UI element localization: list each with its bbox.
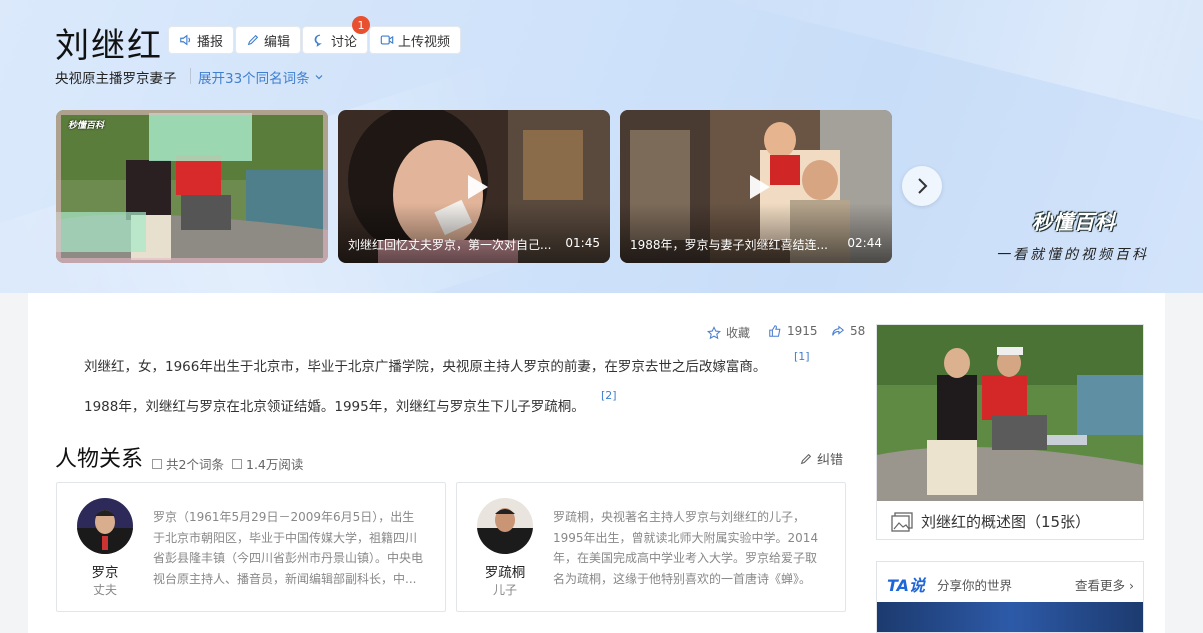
chevron-down-icon xyxy=(315,75,323,80)
view-more-label: 查看更多 xyxy=(1075,578,1126,593)
relation-role: 丈夫 xyxy=(92,583,117,597)
play-icon[interactable] xyxy=(468,174,488,199)
video-thumbnail[interactable]: 1988年，罗京与妻子刘继红喜结连... 02:44 xyxy=(620,110,892,263)
relation-role: 儿子 xyxy=(492,583,517,597)
upload-video-label: 上传视频 xyxy=(398,34,451,50)
caption-shade xyxy=(338,203,610,263)
relation-description: 罗京（1961年5月29日－2009年6月5日），出生于北京市朝阳区，毕业于中国… xyxy=(153,510,424,586)
broadcast-button[interactable]: 播报 xyxy=(168,26,235,54)
video-duration: 02:44 xyxy=(847,236,882,250)
summary-paragraph: 刘继红，女，1966年出生于北京市，毕业于北京广播学院，央视原主持人罗京的前妻，… xyxy=(84,359,767,375)
album-card[interactable]: 刘继红的概述图（15张） xyxy=(876,324,1144,540)
like-count: 1915 xyxy=(787,324,818,338)
video-thumbnail[interactable]: 刘继红回忆丈夫罗京，第一次对自己... 01:45 xyxy=(338,110,610,263)
correct-label: 纠错 xyxy=(817,453,844,468)
edit-button[interactable]: 编辑 xyxy=(235,26,302,54)
edit-label: 编辑 xyxy=(264,34,291,50)
correct-error-button[interactable]: 纠错 xyxy=(799,449,843,468)
reference-link[interactable]: [1] xyxy=(794,350,810,363)
list-icon xyxy=(152,458,162,469)
ta-tagline: 分享你的世界 xyxy=(937,578,1013,593)
relation-card[interactable]: 罗疏桐 儿子 罗疏桐，央视著名主持人罗京与刘继红的儿子，1995年出生，曾就读北… xyxy=(456,482,846,612)
book-icon xyxy=(232,458,242,469)
brand-tagline: 一看就懂的视频百科 xyxy=(996,247,1149,263)
collect-button[interactable]: 收藏 xyxy=(707,324,750,341)
video-caption: 刘继红回忆丈夫罗京，第一次对自己... 01:45 xyxy=(348,236,600,253)
avatar xyxy=(477,498,533,554)
caption-shade xyxy=(620,203,892,263)
album-cover-image xyxy=(877,325,1143,501)
broadcast-label: 播报 xyxy=(197,34,224,50)
avatar xyxy=(77,498,133,554)
chevron-right-icon xyxy=(918,178,928,194)
share-arrow-icon xyxy=(832,325,845,336)
pencil-icon xyxy=(800,453,812,464)
entry-count: 共2个词条 xyxy=(152,454,224,473)
entry-count-text: 共2个词条 xyxy=(166,457,224,472)
chevron-right-icon: › xyxy=(1129,578,1134,593)
album-label: 刘继红的概述图（15张） xyxy=(891,511,1090,532)
relation-name: 罗京 xyxy=(91,565,119,581)
video-caption: 1988年，罗京与妻子刘继红喜结连... 02:44 xyxy=(630,236,882,253)
view-more-link[interactable]: 查看更多 › xyxy=(1075,575,1134,594)
relation-name: 罗疏桐 xyxy=(484,565,526,581)
video-thumbnail[interactable]: 秒懂百科 xyxy=(56,110,328,263)
video-still-image xyxy=(56,110,328,263)
section-title: 人物关系 xyxy=(55,447,144,472)
view-count-text: 1.4万阅读 xyxy=(246,457,304,472)
video-title: 刘继红回忆丈夫罗京，第一次对自己... xyxy=(348,238,552,252)
image-gallery-icon xyxy=(891,511,913,532)
speaker-icon xyxy=(180,34,191,46)
pencil-icon xyxy=(247,34,259,46)
reference-link[interactable]: [2] xyxy=(601,389,617,402)
discuss-label: 讨论 xyxy=(331,34,358,50)
chat-bubble-icon xyxy=(314,34,322,47)
divider xyxy=(190,68,191,84)
star-icon xyxy=(707,325,721,339)
summary-paragraph: 1988年，刘继红与罗京在北京领证结婚。1995年，刘继红与罗京生下儿子罗疏桐。 xyxy=(84,399,585,415)
album-title: 刘继红的概述图（15张） xyxy=(921,513,1091,531)
expand-homonyms-link[interactable]: 展开33个同名词条 xyxy=(198,67,324,87)
share-count: 58 xyxy=(850,324,866,338)
relation-card[interactable]: 罗京 丈夫 罗京（1961年5月29日－2009年6月5日），出生于北京市朝阳区… xyxy=(56,482,446,612)
upload-video-button[interactable]: 上传视频 xyxy=(369,26,462,54)
next-video-button[interactable] xyxy=(902,166,942,206)
ta-preview-image xyxy=(877,602,1143,632)
video-upload-icon xyxy=(380,35,394,45)
notification-badge: 1 xyxy=(352,16,370,34)
play-icon[interactable] xyxy=(750,174,770,199)
watermark-text: 秒懂百科 xyxy=(68,121,105,131)
thumbs-up-icon xyxy=(769,325,781,337)
collect-label: 收藏 xyxy=(726,326,751,340)
expand-label: 展开33个同名词条 xyxy=(198,71,310,87)
entry-subtitle: 央视原主播罗京妻子 xyxy=(55,71,177,87)
video-title: 1988年，罗京与妻子刘继红喜结连... xyxy=(630,238,828,252)
page-title: 刘继红 xyxy=(55,26,163,66)
relation-description: 罗疏桐，央视著名主持人罗京与刘继红的儿子，1995年出生，曾就读北师大附属实验中… xyxy=(553,510,819,586)
ta-logo: TA说 xyxy=(887,576,926,595)
ta-share-panel: TA说 分享你的世界 查看更多 › xyxy=(876,561,1144,633)
view-count: 1.4万阅读 xyxy=(232,454,303,473)
share-button[interactable]: 58 xyxy=(831,324,865,338)
video-duration: 01:45 xyxy=(565,236,600,250)
like-button[interactable]: 1915 xyxy=(768,324,818,338)
brand-logo: 秒懂百科 xyxy=(1032,210,1116,234)
